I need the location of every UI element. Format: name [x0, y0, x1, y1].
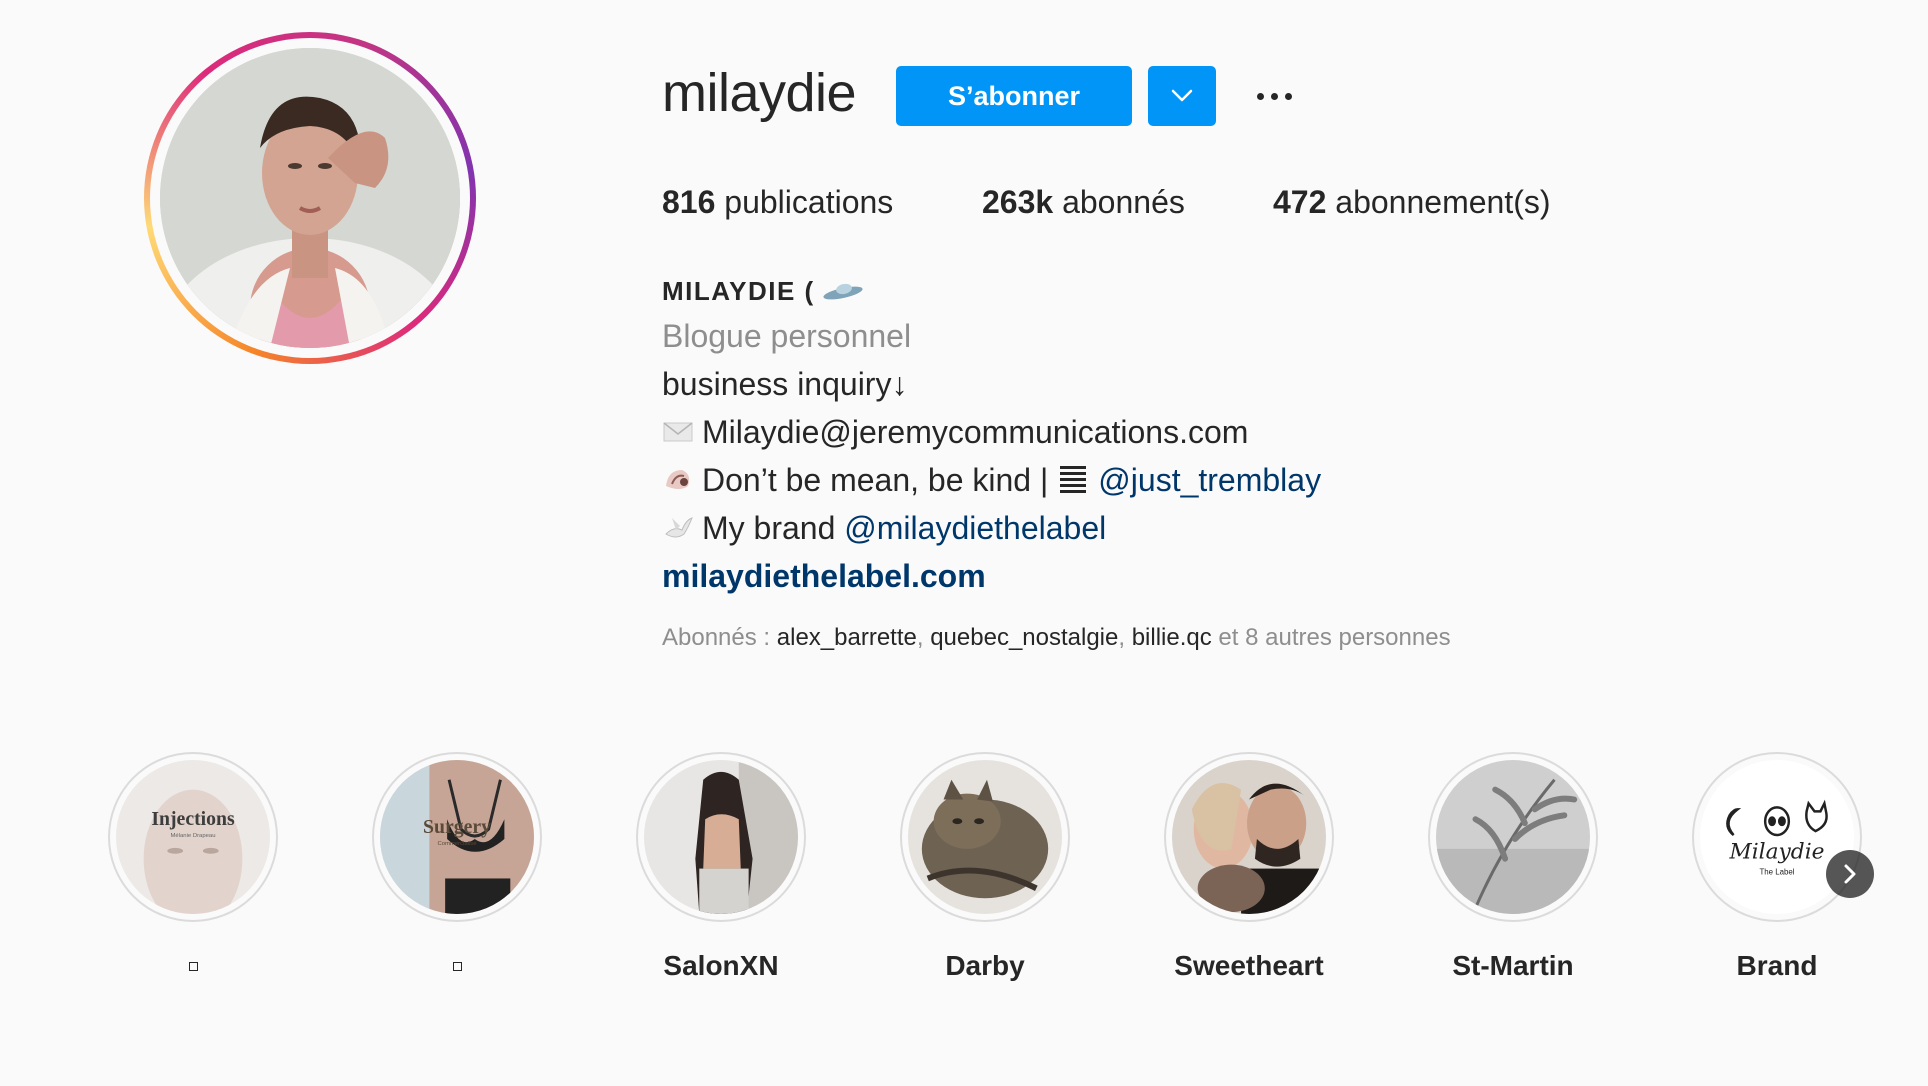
posts-count-label: publications — [724, 184, 894, 220]
email-text: Milaydie@jeremycommunications.com — [702, 414, 1249, 450]
website-link[interactable]: milaydiethelabel.com — [662, 552, 1321, 600]
story-highlights: Injections Mélanie Drapeau Surgery Comme… — [0, 752, 1928, 992]
posts-count-value: 816 — [662, 184, 716, 220]
follow-button[interactable]: S’abonner — [896, 66, 1132, 126]
highlight-cover-title: Milaydie — [1729, 840, 1825, 865]
highlight-cover[interactable] — [636, 752, 806, 922]
highlight-cover[interactable] — [900, 752, 1070, 922]
followed-by-account[interactable]: alex_barrette — [777, 624, 917, 651]
profile-bio: MILAYDIE ( Blogue personnel business inq… — [662, 270, 1321, 600]
posts-count: 816 publications — [662, 184, 982, 221]
profile-category: Blogue personnel — [662, 318, 912, 354]
followed-by-account[interactable]: quebec_nostalgie — [930, 624, 1118, 651]
highlight-label: Sweetheart — [1174, 950, 1324, 981]
highlight-cover-image — [1436, 760, 1590, 914]
box-glyph-icon — [452, 961, 462, 971]
highlight-item[interactable]: SalonXN — [621, 752, 821, 984]
highlight-item[interactable]: Injections Mélanie Drapeau — [93, 752, 293, 984]
highlight-cover[interactable] — [1164, 752, 1334, 922]
followed-by-account[interactable]: billie.qc — [1132, 624, 1212, 651]
followed-by-prefix: Abonnés : — [662, 624, 771, 651]
highlight-cover[interactable]: Surgery Commercialisé — [372, 752, 542, 922]
highlight-cover-image: Milaydie The Label — [1700, 760, 1854, 914]
bio-line-kindness: Don’t be mean, be kind | @just_tremblay — [662, 456, 1321, 504]
profile-page: milaydie S’abonner 816 publications 263k… — [0, 0, 1928, 1086]
highlight-cover-image — [1172, 760, 1326, 914]
suggested-accounts-dropdown-button[interactable] — [1148, 66, 1216, 126]
profile-avatar-story-ring[interactable] — [144, 32, 476, 364]
highlight-item[interactable]: Surgery Commercialisé — [357, 752, 557, 984]
chevron-down-icon — [1171, 89, 1193, 102]
following-count-label: abonnement(s) — [1335, 184, 1551, 220]
following-link[interactable]: 472 abonnement(s) — [1273, 184, 1551, 221]
dove-icon — [665, 517, 693, 538]
highlight-cover-subtitle: The Label — [1759, 868, 1794, 877]
avatar-image — [160, 48, 460, 348]
highlights-next-button[interactable] — [1826, 850, 1874, 898]
highlight-cover[interactable]: Injections Mélanie Drapeau — [108, 752, 278, 922]
highlight-label: SalonXN — [663, 950, 779, 981]
bio-line-email: Milaydie@jeremycommunications.com — [662, 408, 1321, 456]
envelope-icon — [663, 422, 693, 442]
highlight-cover-image: Surgery Commercialisé — [380, 760, 534, 914]
brand-text: My brand — [702, 510, 836, 546]
highlight-cover-image — [908, 760, 1062, 914]
more-options-button[interactable] — [1250, 78, 1298, 114]
highlight-item[interactable]: Darby — [885, 752, 1085, 984]
highlight-cover-image: Injections Mélanie Drapeau — [116, 760, 270, 914]
mention-link-milaydiethelabel[interactable]: @milaydiethelabel — [844, 504, 1106, 552]
followed-by-suffix: et 8 autres personnes — [1218, 624, 1451, 651]
more-dot — [1284, 92, 1292, 100]
followed-by-row[interactable]: Abonnés : alex_barrette, quebec_nostalgi… — [662, 624, 1451, 652]
flying-saucer-icon — [823, 283, 863, 300]
highlight-cover-image — [644, 760, 798, 914]
box-glyph-icon — [188, 961, 198, 971]
more-dot — [1270, 92, 1278, 100]
avatar[interactable] — [160, 48, 460, 348]
chevron-right-icon — [1844, 864, 1856, 884]
barcode-icon — [1060, 466, 1087, 493]
bio-line-inquiry: business inquiry↓ — [662, 366, 908, 402]
followers-count-label: abonnés — [1062, 184, 1185, 220]
followers-link[interactable]: 263k abonnés — [982, 184, 1273, 221]
bio-line-brand: My brand @milaydiethelabel — [662, 504, 1321, 552]
following-count-value: 472 — [1273, 184, 1327, 220]
highlight-cover-title: Surgery — [423, 816, 491, 838]
shell-icon — [666, 470, 690, 489]
highlight-label: St-Martin — [1452, 950, 1574, 981]
highlight-cover-subtitle: Mélanie Drapeau — [171, 833, 216, 839]
highlight-cover[interactable]: Milaydie The Label — [1692, 752, 1862, 922]
highlight-cover-subtitle: Commercialisé — [437, 841, 477, 847]
highlight-label: Brand — [1736, 950, 1818, 981]
highlight-item[interactable]: St-Martin — [1413, 752, 1613, 984]
mention-link-just-tremblay[interactable]: @just_tremblay — [1098, 456, 1321, 504]
full-name-text: MILAYDIE ( — [662, 276, 815, 306]
profile-username: milaydie — [662, 63, 857, 123]
more-horizontal-icon — [1256, 92, 1264, 100]
highlight-cover[interactable] — [1428, 752, 1598, 922]
highlight-label — [357, 948, 557, 984]
profile-stats: 816 publications 263k abonnés 472 abonne… — [662, 184, 1551, 221]
profile-full-name: MILAYDIE ( — [662, 270, 1321, 312]
highlight-label — [93, 948, 293, 984]
followers-count-value: 263k — [982, 184, 1054, 220]
highlight-label: Darby — [945, 950, 1025, 981]
highlight-item[interactable]: Sweetheart — [1149, 752, 1349, 984]
highlight-cover-title: Injections — [151, 808, 235, 830]
kindness-text: Don’t be mean, be kind | — [702, 462, 1049, 498]
